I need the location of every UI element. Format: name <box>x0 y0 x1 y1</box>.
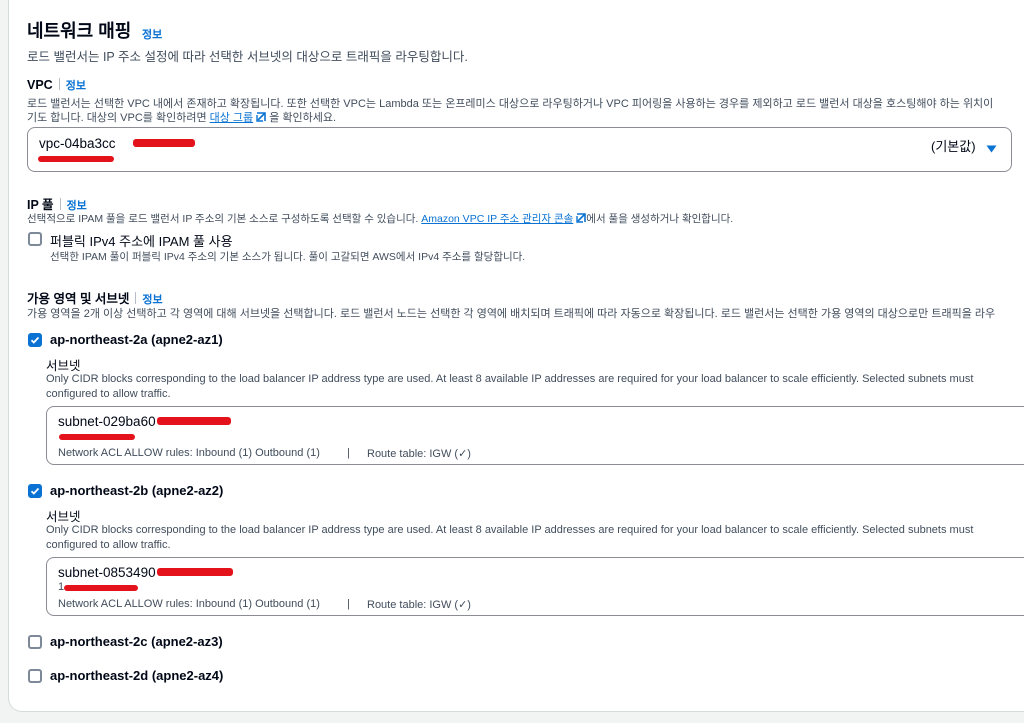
checkmark-icon <box>30 336 40 344</box>
subnet-label-2a: 서브넷 <box>46 359 81 373</box>
ip-pool-description: 선택적으로 IPAM 풀을 로드 밸런서 IP 주소의 기본 소스로 구성하도록… <box>27 213 734 225</box>
az-description: 가용 영역을 2개 이상 선택하고 각 영역에 대해 서브넷을 선택합니다. 로… <box>27 308 996 320</box>
vpc-info-link[interactable]: 정보 <box>66 80 86 92</box>
subnet-meta-divider: | <box>347 447 350 459</box>
section-description: 로드 밸런서는 IP 주소 설정에 따라 선택한 서브넷의 대상으로 트래픽을 … <box>27 50 468 64</box>
ipam-pool-checkbox-description: 선택한 IPAM 풀이 퍼블릭 IPv4 주소의 기본 소스가 됩니다. 풀이 … <box>50 251 526 263</box>
divider <box>135 292 137 304</box>
section-info-link[interactable]: 정보 <box>142 26 162 42</box>
subnet-description-2b-line1: Only CIDR blocks corresponding to the lo… <box>46 524 974 536</box>
subnet-meta-divider: | <box>347 598 350 610</box>
redaction-mark <box>157 417 231 425</box>
subnet-description-2a-line1: Only CIDR blocks corresponding to the lo… <box>46 373 974 385</box>
az-label: 가용 영역 및 서브넷 <box>27 292 130 306</box>
az-name-2b: ap-northeast-2b (apne2-az2) <box>50 483 224 498</box>
redaction-mark <box>59 434 135 440</box>
section-title: 네트워크 매핑 <box>27 21 132 41</box>
az-name-2a: ap-northeast-2a (apne2-az1) <box>50 332 223 347</box>
subnet-route-2b: Route table: IGW (✓) <box>367 599 471 611</box>
ip-pool-label: IP 풀 <box>27 198 54 212</box>
subnet-select-value-2b: subnet-0853490 <box>58 565 156 580</box>
subnet-route-2a: Route table: IGW (✓) <box>367 448 471 460</box>
vpc-select[interactable]: vpc-04ba3cc (기본값) <box>27 127 1012 172</box>
redaction-mark <box>157 568 233 576</box>
subnet-select-2b[interactable]: subnet-0853490 1 Network ACL ALLOW rules… <box>46 557 1024 616</box>
redaction-mark <box>38 156 114 162</box>
subnet-description-2b-line2: configured to allow traffic. <box>46 539 171 551</box>
divider <box>59 198 61 210</box>
subnet-select-2a[interactable]: subnet-029ba60 Network ACL ALLOW rules: … <box>46 406 1024 465</box>
vpc-label: VPC <box>27 78 53 92</box>
checkmark-icon <box>30 487 40 495</box>
az-checkbox-2d[interactable] <box>28 669 42 683</box>
subnet-acl-2a: Network ACL ALLOW rules: Inbound (1) Out… <box>58 447 320 459</box>
redaction-mark <box>64 585 138 591</box>
ipam-pool-checkbox-label: 퍼블릭 IPv4 주소에 IPAM 풀 사용 <box>50 234 233 249</box>
subnet-description-2a-line2: configured to allow traffic. <box>46 388 171 400</box>
subnet-acl-2b: Network ACL ALLOW rules: Inbound (1) Out… <box>58 598 320 610</box>
az-name-2d: ap-northeast-2d (apne2-az4) <box>50 668 224 683</box>
divider <box>58 78 60 90</box>
vpc-label-row: VPC 정보 <box>27 77 86 93</box>
subnet-label-2b: 서브넷 <box>46 510 81 524</box>
ipam-pool-checkbox[interactable] <box>28 232 42 246</box>
az-checkbox-2c[interactable] <box>28 635 42 649</box>
redaction-mark <box>133 139 195 147</box>
ipam-console-link[interactable]: Amazon VPC IP 주소 관리자 콘솔 <box>421 213 573 225</box>
target-group-link[interactable]: 대상 그룹 <box>210 112 254 124</box>
az-name-2c: ap-northeast-2c (apne2-az3) <box>50 634 223 649</box>
vpc-select-value: vpc-04ba3cc <box>39 136 116 151</box>
subnet-select-value-2a: subnet-029ba60 <box>58 414 156 429</box>
vpc-description-line2: 기도 합니다. 대상의 VPC를 확인하려면 대상 그룹 을 확인하세요. <box>27 112 337 124</box>
vpc-default-tag: (기본값) <box>931 139 976 154</box>
az-checkbox-2a[interactable] <box>28 333 42 347</box>
external-link-icon <box>576 213 587 223</box>
external-link-icon <box>256 112 266 122</box>
az-checkbox-2b[interactable] <box>28 484 42 498</box>
caret-down-icon <box>986 145 997 153</box>
